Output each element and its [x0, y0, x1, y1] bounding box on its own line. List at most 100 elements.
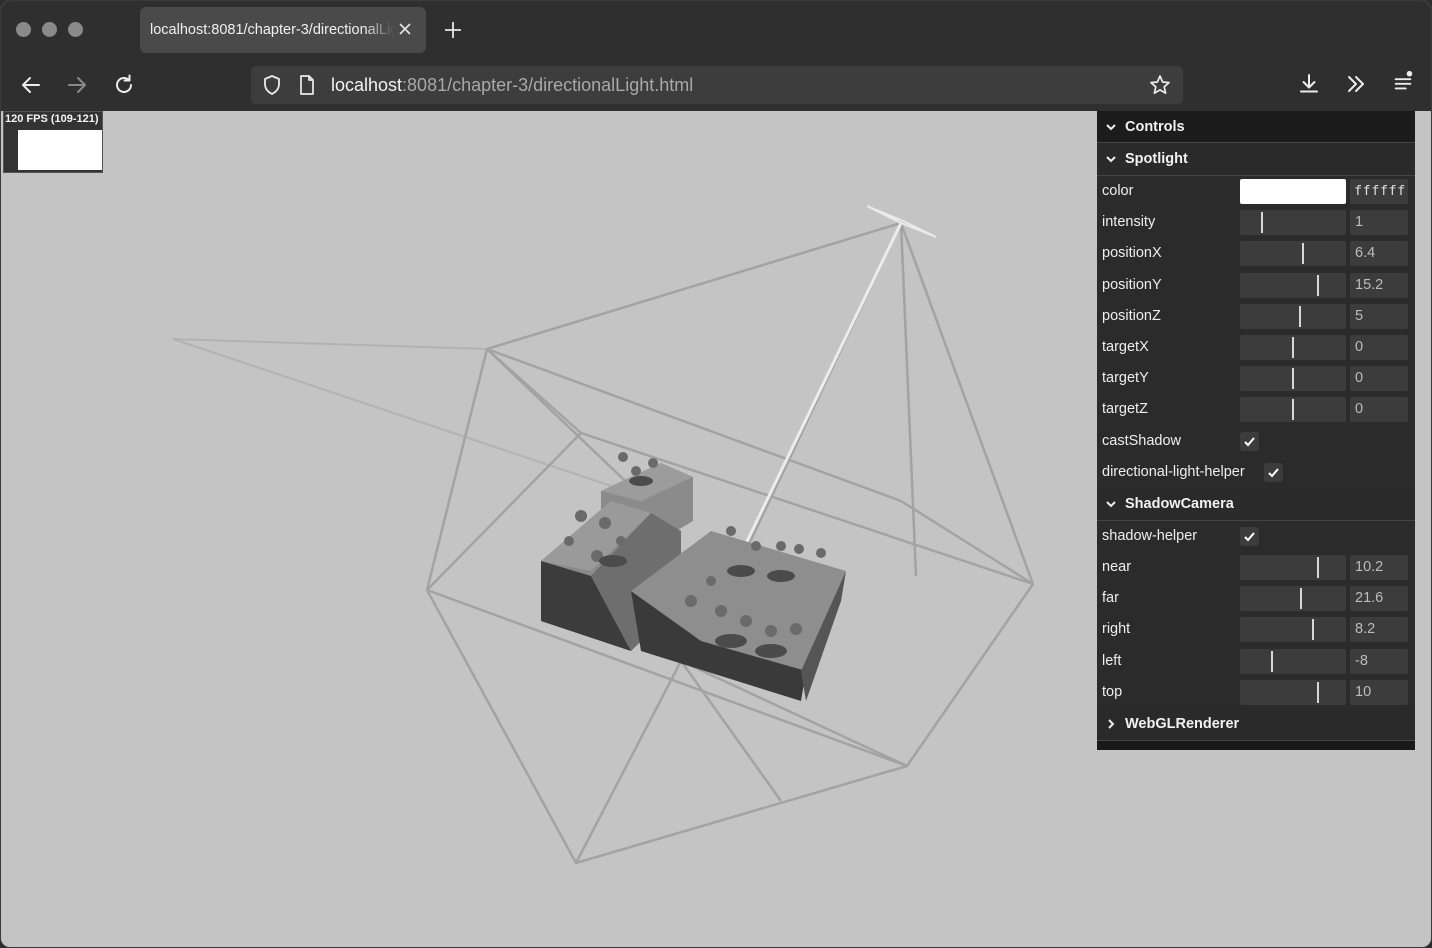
targetx-slider[interactable]	[1240, 334, 1346, 360]
navigation-bar: localhost:8081/chapter-3/directionalLigh…	[1, 59, 1431, 111]
top-input[interactable]: 10	[1350, 679, 1408, 705]
near-input[interactable]: 10.2	[1350, 555, 1408, 581]
shield-icon[interactable]	[261, 74, 283, 96]
top-slider[interactable]	[1240, 679, 1346, 705]
left-label: left	[1102, 652, 1122, 669]
forward-icon[interactable]	[65, 73, 89, 97]
positionx-input[interactable]: 6.4	[1350, 241, 1408, 267]
close-window-button[interactable]	[16, 22, 31, 37]
right-slider[interactable]	[1240, 617, 1346, 643]
folder-shadowcamera-label: ShadowCamera	[1125, 495, 1234, 512]
folder-webglrenderer[interactable]: WebGLRenderer	[1097, 708, 1415, 741]
slider-thumb[interactable]	[1316, 274, 1319, 296]
folder-shadowcamera[interactable]: ShadowCamera	[1097, 487, 1415, 521]
shadow-helper-control: shadow-helper	[1097, 520, 1415, 553]
positiony-slider[interactable]	[1240, 272, 1346, 298]
castshadow-checkbox[interactable]	[1240, 431, 1259, 451]
reload-icon[interactable]	[112, 73, 136, 97]
color-control: color ffffff	[1097, 176, 1415, 208]
light-helper-checkbox[interactable]	[1264, 462, 1283, 482]
fps-stats-panel[interactable]: 120 FPS (109-121)	[3, 111, 103, 173]
slider-thumb[interactable]	[1302, 243, 1305, 265]
right-input[interactable]: 8.2	[1350, 617, 1408, 643]
color-label: color	[1102, 183, 1134, 199]
targetz-input[interactable]: 0	[1350, 397, 1408, 423]
folder-controls[interactable]: Controls	[1097, 111, 1415, 143]
targety-input[interactable]: 0	[1350, 366, 1408, 392]
positiony-input[interactable]: 15.2	[1350, 272, 1408, 298]
folder-spotlight-label: Spotlight	[1125, 151, 1188, 167]
intensity-input[interactable]: 1	[1350, 210, 1408, 236]
far-input[interactable]: 21.6	[1350, 586, 1408, 612]
address-bar[interactable]: localhost:8081/chapter-3/directionalLigh…	[251, 66, 1183, 104]
slider-thumb[interactable]	[1316, 681, 1319, 703]
slider-thumb[interactable]	[1316, 557, 1319, 579]
url-host: localhost	[331, 75, 403, 95]
page-icon	[300, 75, 314, 95]
checkmark-icon	[1268, 468, 1279, 478]
intensity-slider[interactable]	[1240, 210, 1346, 236]
positionz-input[interactable]: 5	[1350, 303, 1408, 329]
fps-graph	[18, 130, 102, 170]
minimize-window-button[interactable]	[42, 22, 57, 37]
left-control: left -8	[1097, 645, 1415, 677]
fps-readout: 120 FPS (109-121)	[5, 113, 99, 125]
intensity-control: intensity 1	[1097, 207, 1415, 239]
folder-webglrenderer-label: WebGLRenderer	[1125, 716, 1240, 732]
url-path: :8081/chapter-3/directionalLight.html	[402, 75, 694, 95]
targetx-label: targetX	[1102, 338, 1149, 355]
targety-slider[interactable]	[1240, 366, 1346, 392]
far-label: far	[1102, 590, 1119, 607]
top-label: top	[1102, 683, 1123, 700]
positiony-control: positionY 15.2	[1097, 269, 1415, 301]
download-icon[interactable]	[1297, 72, 1321, 96]
positionz-slider[interactable]	[1240, 303, 1346, 329]
slider-thumb[interactable]	[1292, 368, 1294, 390]
right-control: right 8.2	[1097, 614, 1415, 646]
color-input[interactable]: ffffff	[1350, 179, 1408, 204]
tab-title: localhost:8081/chapter-3/directionalLigh…	[150, 22, 394, 38]
new-tab-icon[interactable]	[443, 20, 463, 40]
browser-tab[interactable]: localhost:8081/chapter-3/directionalLigh…	[140, 7, 426, 53]
far-control: far 21.6	[1097, 583, 1415, 615]
slider-thumb[interactable]	[1292, 399, 1294, 421]
bookmark-star-icon[interactable]	[1149, 74, 1171, 96]
scene-render	[172, 205, 1035, 865]
slider-thumb[interactable]	[1271, 650, 1274, 672]
maximize-window-button[interactable]	[68, 22, 83, 37]
left-input[interactable]: -8	[1350, 648, 1408, 674]
targetz-slider[interactable]	[1240, 397, 1346, 423]
menu-icon[interactable]	[1391, 70, 1415, 94]
slider-thumb[interactable]	[1311, 619, 1314, 641]
folder-controls-label: Controls	[1125, 118, 1185, 135]
positionx-label: positionX	[1102, 245, 1162, 262]
browser-window: localhost:8081/chapter-3/directionalLigh…	[0, 0, 1432, 948]
checkmark-icon	[1244, 436, 1255, 446]
targetz-label: targetZ	[1102, 401, 1148, 418]
positiony-label: positionY	[1102, 276, 1162, 293]
far-slider[interactable]	[1240, 586, 1346, 612]
slider-thumb[interactable]	[1292, 336, 1294, 358]
shadow-helper-checkbox[interactable]	[1240, 526, 1259, 546]
castshadow-control: castShadow	[1097, 425, 1415, 457]
slider-thumb[interactable]	[1260, 212, 1263, 234]
checkmark-icon	[1244, 532, 1255, 542]
url-text[interactable]: localhost:8081/chapter-3/directionalLigh…	[331, 75, 693, 96]
close-tab-icon[interactable]	[396, 20, 414, 38]
tab-bar: localhost:8081/chapter-3/directionalLigh…	[1, 1, 1431, 59]
chevron-down-icon	[1106, 501, 1116, 508]
positionx-slider[interactable]	[1240, 241, 1346, 267]
left-slider[interactable]	[1240, 648, 1346, 674]
targetx-input[interactable]: 0	[1350, 334, 1408, 360]
shadow-helper-label: shadow-helper	[1102, 527, 1198, 544]
slider-thumb[interactable]	[1299, 305, 1302, 327]
chevron-right-icon	[1108, 719, 1115, 729]
back-icon[interactable]	[19, 73, 43, 97]
folder-spotlight[interactable]: Spotlight	[1097, 143, 1415, 176]
color-swatch[interactable]	[1240, 179, 1346, 204]
positionz-control: positionZ 5	[1097, 300, 1415, 332]
near-slider[interactable]	[1240, 555, 1346, 581]
intensity-label: intensity	[1102, 214, 1156, 231]
slider-thumb[interactable]	[1300, 588, 1303, 610]
overflow-chevrons-icon[interactable]	[1344, 72, 1368, 96]
